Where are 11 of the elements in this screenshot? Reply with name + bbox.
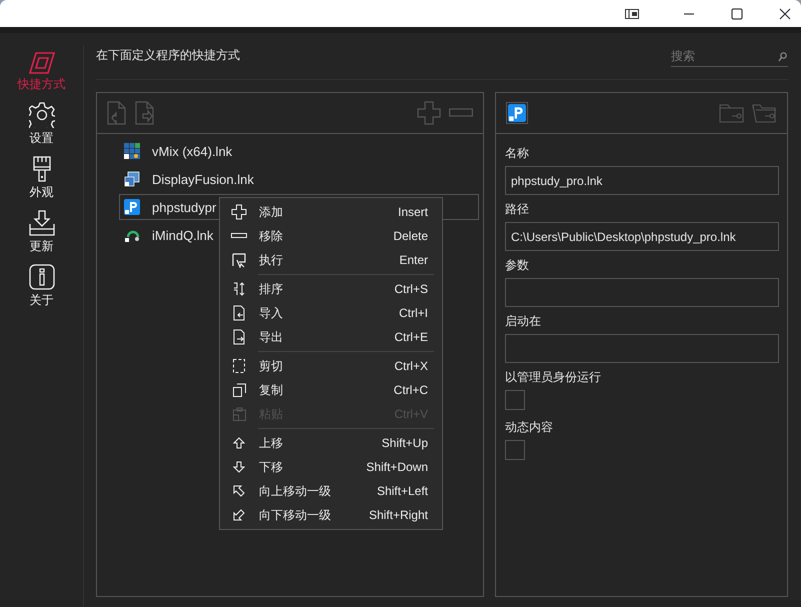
shortcut-name: phpstudypr	[152, 200, 216, 214]
field-label: 名称	[505, 145, 529, 162]
field-label: 参数	[505, 257, 529, 274]
option-label: 动态内容	[505, 419, 553, 436]
field-label: 启动在	[505, 313, 541, 330]
option-label: 以管理员身份运行	[505, 369, 601, 386]
field-label: 路径	[505, 201, 529, 218]
shortcut-name: iMindQ.lnk	[152, 228, 214, 242]
shortcut-name: DisplayFusion.lnk	[152, 172, 254, 186]
page-heading: 在下面定义程序的快捷方式	[96, 46, 241, 64]
shortcut-name: vMix (x64).lnk	[152, 144, 232, 158]
